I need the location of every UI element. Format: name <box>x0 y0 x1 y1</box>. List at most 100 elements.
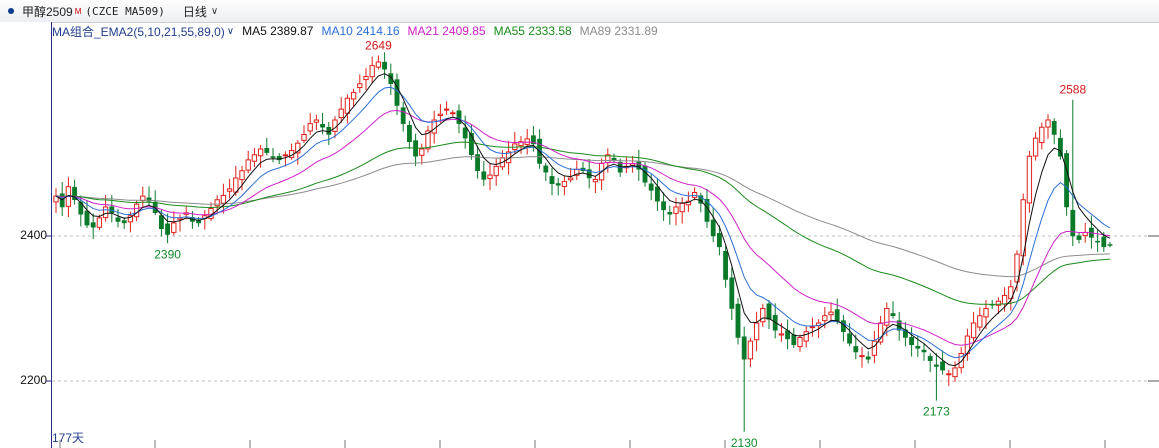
candle-body <box>1064 153 1070 208</box>
candle-body <box>493 165 499 177</box>
candle-body <box>462 127 468 139</box>
candle-body <box>406 124 412 142</box>
candle-body <box>96 217 103 228</box>
candle-body <box>357 83 363 89</box>
ma21-line <box>55 109 1111 346</box>
candle-body <box>871 340 878 356</box>
candle-body <box>803 331 809 342</box>
candle-body <box>921 349 927 353</box>
low-price-annotation: 2173 <box>923 405 950 419</box>
candle-body <box>257 148 264 157</box>
candle-body <box>766 303 772 320</box>
candle-body <box>760 308 766 323</box>
candle-body <box>226 188 233 192</box>
candle-body <box>859 355 865 358</box>
candle-body <box>555 183 561 186</box>
candle-body <box>1095 240 1101 243</box>
candle-body <box>716 233 722 248</box>
candle-body <box>952 367 958 378</box>
candle-body <box>239 170 245 181</box>
candle-body <box>338 108 344 119</box>
candle-body <box>121 220 127 224</box>
candle-body <box>543 165 549 173</box>
candle-body <box>611 157 617 161</box>
candle-body <box>1001 294 1008 305</box>
candle-body <box>382 61 388 70</box>
high-price-annotation: 2588 <box>1059 83 1086 97</box>
candle-body <box>822 315 828 322</box>
candle-body <box>115 217 121 222</box>
candle-body <box>1026 155 1033 204</box>
candle-body <box>970 322 977 339</box>
candle-body <box>933 364 939 367</box>
candle-body <box>450 112 456 115</box>
candle-body <box>735 303 741 338</box>
candle-body <box>723 251 729 280</box>
candle-body <box>375 61 382 68</box>
candle-body <box>369 65 375 78</box>
candle-body <box>313 119 320 123</box>
candle-body <box>468 132 474 156</box>
candle-body <box>778 333 785 336</box>
candle-body <box>853 346 859 353</box>
candle-body <box>834 309 840 322</box>
candle-body <box>654 186 660 202</box>
candle-body <box>443 108 450 111</box>
candle-body <box>282 154 289 157</box>
candle-body <box>977 315 983 328</box>
candle-body <box>592 178 599 183</box>
low-price-annotation: 2390 <box>154 247 181 261</box>
candle-body <box>1107 244 1113 246</box>
candle-body <box>264 148 270 153</box>
candle-body <box>710 219 716 237</box>
candle-body <box>791 334 797 345</box>
candle-body <box>549 176 555 185</box>
candle-body <box>251 154 258 162</box>
candle-body <box>214 199 220 207</box>
candle-body <box>983 308 989 318</box>
candle-body <box>270 156 276 158</box>
candle-body <box>350 91 357 100</box>
candle-body <box>828 311 834 316</box>
candle-body <box>679 202 685 213</box>
candle-body <box>301 134 307 141</box>
candle-body <box>747 340 754 360</box>
candle-body <box>487 174 493 179</box>
candle-body <box>927 356 933 361</box>
ma5-line <box>55 73 1111 367</box>
bar-count-label: 177天 <box>52 431 85 445</box>
candle-body <box>245 159 251 171</box>
candle-body <box>1076 235 1082 240</box>
candle-body <box>363 76 369 81</box>
candle-body <box>729 277 735 309</box>
candle-body <box>1039 126 1045 144</box>
candle-body <box>847 333 853 344</box>
candle-body <box>400 107 406 124</box>
ma10-line <box>55 86 1111 359</box>
candle-body <box>809 326 816 329</box>
candle-body <box>481 171 487 180</box>
candle-body <box>567 177 574 181</box>
candle-body <box>797 337 803 348</box>
candle-body <box>915 345 921 349</box>
candle-body <box>84 210 90 226</box>
candle-body <box>165 223 171 235</box>
candle-body <box>753 322 760 341</box>
candle-body <box>158 215 164 229</box>
candle-body <box>220 194 227 204</box>
candle-body <box>648 183 654 191</box>
candle-body <box>171 222 177 233</box>
low-price-annotation: 2130 <box>731 436 758 448</box>
candlestick-chart[interactable]: 2649 2390 2130 2173 2588 <box>0 0 1159 448</box>
candle-body <box>1045 119 1051 128</box>
candle-body <box>419 148 425 156</box>
candle-body <box>344 97 351 114</box>
high-price-annotation: 2649 <box>365 38 392 52</box>
candle-body <box>561 181 568 187</box>
candle-body <box>741 336 747 360</box>
candle-body <box>890 313 896 317</box>
candle-body <box>456 110 462 124</box>
candle-body <box>1057 137 1063 157</box>
candle-body <box>307 123 313 132</box>
candle-body <box>661 201 667 211</box>
